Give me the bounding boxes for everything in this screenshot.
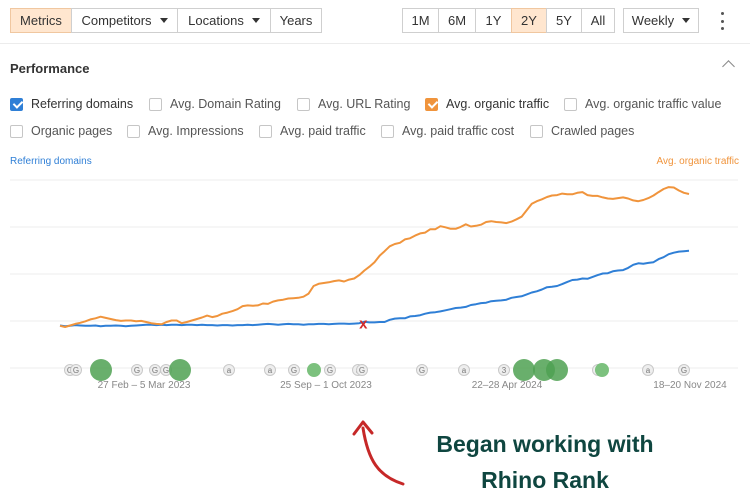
event-marker-label: a [268, 366, 273, 375]
metric-toggle[interactable]: Crawled pages [530, 124, 634, 138]
checkbox[interactable] [530, 124, 543, 138]
range-1y-button[interactable]: 1Y [475, 8, 512, 33]
event-marker-label: G [73, 366, 79, 375]
checkbox-checked[interactable] [10, 97, 23, 111]
event-marker-label: a [462, 366, 467, 375]
event-marker [595, 363, 609, 377]
metric-label: Avg. paid traffic cost [402, 124, 515, 138]
event-marker-label: G [152, 366, 158, 375]
metric-label: Crawled pages [551, 124, 635, 138]
checkbox[interactable] [259, 124, 272, 138]
tab-years[interactable]: Years [270, 8, 322, 33]
event-marker-label: a [646, 366, 651, 375]
x-tick-label: 27 Feb – 5 Mar 2023 [98, 380, 191, 391]
metric-label: Avg. organic traffic value [585, 97, 722, 111]
left-axis-title: Referring domains [10, 156, 92, 167]
metric-toggle[interactable]: Avg. URL Rating [297, 97, 410, 111]
event-marker [307, 363, 321, 377]
event-marker-label: G [359, 366, 365, 375]
event-marker-label: a [227, 366, 232, 375]
performance-chart: xGGGGGaaGGaGGa3GaG27 Feb – 5 Mar 202325 … [10, 179, 738, 391]
event-marker-label: G [419, 366, 425, 375]
event-marker-label: G [291, 366, 297, 375]
section-title: Performance [10, 61, 90, 76]
checkbox[interactable] [564, 97, 577, 111]
checkbox-checked[interactable] [425, 97, 438, 111]
chevron-up-icon[interactable] [722, 60, 735, 73]
toolbar: Metrics Competitors Locations Years 1M 6… [0, 0, 750, 44]
callout-text: Began working with Rhino Rank [400, 426, 690, 498]
callout-line-2: Rhino Rank [481, 467, 609, 493]
event-marker [546, 359, 568, 381]
checkbox[interactable] [10, 124, 23, 138]
annotation-marker: x [359, 316, 368, 333]
event-marker [169, 359, 191, 381]
range-5y-button[interactable]: 5Y [546, 8, 582, 33]
x-tick-label: 25 Sep – 1 Oct 2023 [280, 380, 372, 391]
metric-toggle[interactable]: Avg. paid traffic cost [381, 124, 514, 138]
metric-toggle[interactable]: Organic pages [10, 124, 112, 138]
right-axis-title: Avg. organic traffic [656, 156, 739, 167]
event-marker-label: 3 [502, 366, 507, 375]
event-marker [513, 359, 535, 381]
metric-label: Avg. paid traffic [280, 124, 366, 138]
event-marker-label: G [134, 366, 140, 375]
chevron-down-icon [251, 18, 260, 23]
checkbox[interactable] [127, 124, 140, 138]
metric-label: Referring domains [31, 97, 134, 111]
event-marker [90, 359, 112, 381]
interval-select[interactable]: Weekly [623, 8, 699, 33]
range-6m-button[interactable]: 6M [438, 8, 476, 33]
metric-label: Avg. Impressions [148, 124, 244, 138]
checkbox[interactable] [297, 97, 310, 111]
metric-toggle[interactable]: Avg. organic traffic value [564, 97, 721, 111]
range-1m-button[interactable]: 1M [402, 8, 439, 33]
x-tick-label: 18–20 Nov 2024 [653, 380, 727, 391]
tab-metrics[interactable]: Metrics [10, 8, 72, 33]
x-tick-label: 22–28 Apr 2024 [472, 380, 543, 391]
metric-label: Avg. organic traffic [446, 97, 550, 111]
tab-locations[interactable]: Locations [177, 8, 271, 33]
chevron-down-icon [159, 18, 168, 23]
metric-toggle[interactable]: Avg. organic traffic [425, 97, 549, 111]
metric-label: Organic pages [31, 124, 113, 138]
chevron-down-icon [682, 18, 691, 23]
curved-arrow-icon [352, 420, 405, 486]
checkbox[interactable] [149, 97, 162, 111]
event-marker-label: G [163, 366, 169, 375]
metric-toggle[interactable]: Referring domains [10, 97, 133, 111]
event-marker-label: G [327, 366, 333, 375]
callout-line-1: Began working with [436, 431, 654, 457]
range-all-button[interactable]: All [581, 8, 615, 33]
callout: Began working with Rhino Rank [348, 418, 748, 498]
metric-toggle[interactable]: Avg. Impressions [127, 124, 244, 138]
metric-toggle[interactable]: Avg. paid traffic [259, 124, 366, 138]
metric-toggle[interactable]: Avg. Domain Rating [149, 97, 281, 111]
range-2y-button[interactable]: 2Y [511, 8, 547, 33]
kebab-menu-icon[interactable] [716, 12, 728, 30]
event-marker-label: G [681, 366, 687, 375]
metric-label: Avg. Domain Rating [170, 97, 281, 111]
tab-competitors[interactable]: Competitors [71, 8, 178, 33]
metric-label: Avg. URL Rating [318, 97, 411, 111]
checkbox[interactable] [381, 124, 394, 138]
series-line-organic-traffic [59, 186, 690, 328]
